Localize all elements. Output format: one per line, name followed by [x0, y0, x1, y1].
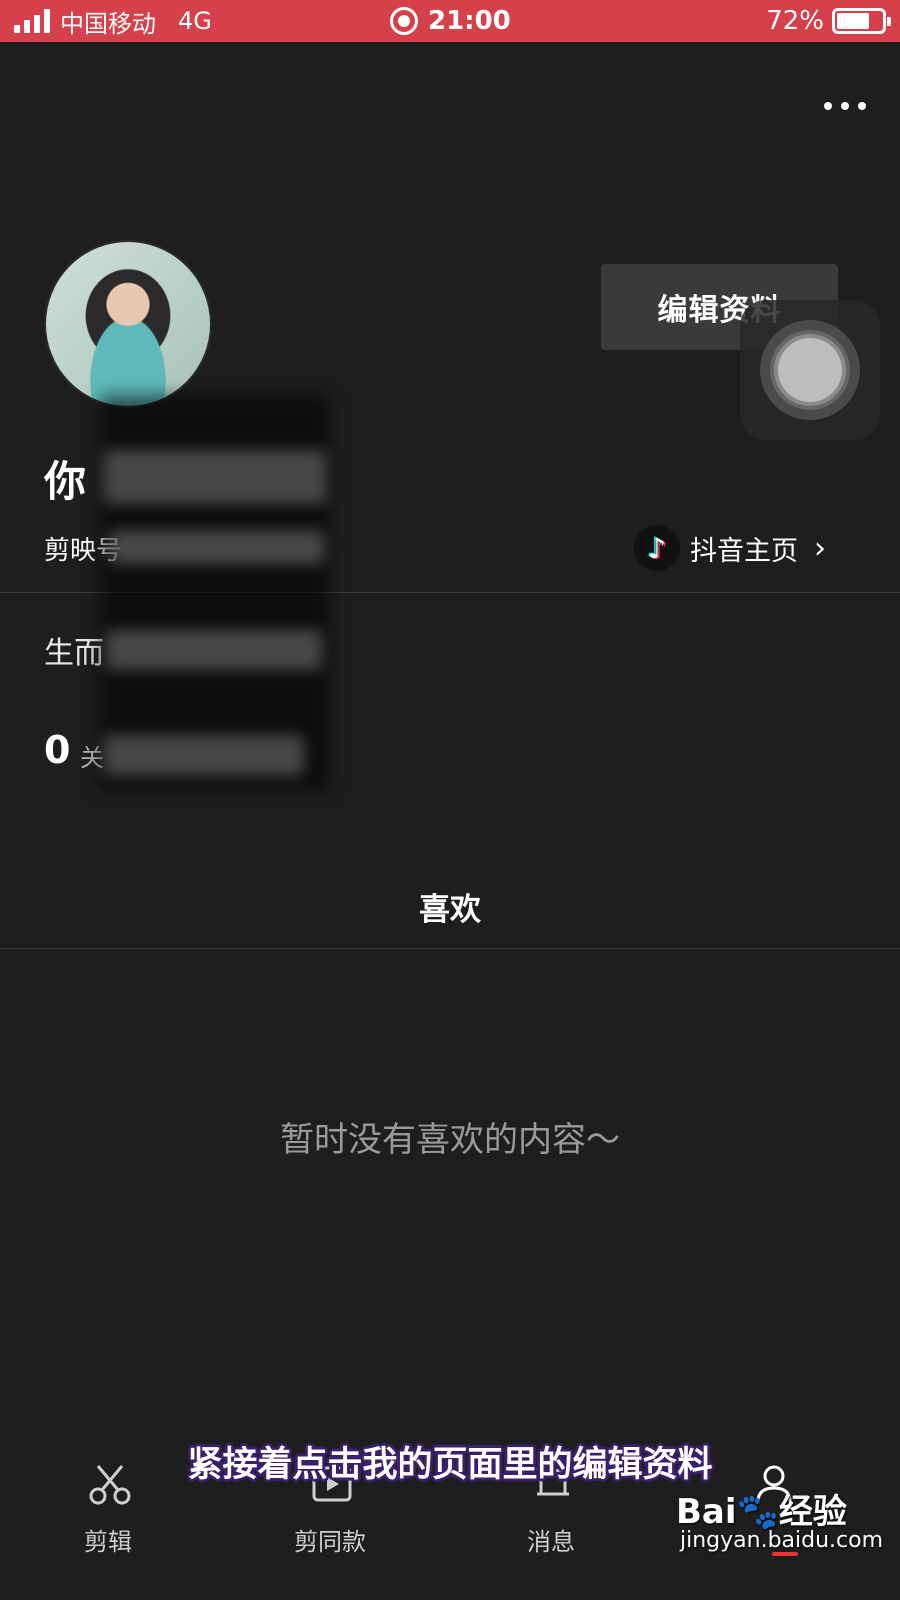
watermark-underline — [772, 1552, 798, 1556]
status-right: 72% — [766, 0, 891, 42]
watermark-url: jingyan.baidu.com — [680, 1528, 884, 1553]
baidu-jingyan-watermark: Bai🐾经验 jingyan.baidu.com — [676, 1484, 883, 1564]
tab-like[interactable]: 喜欢 — [0, 884, 900, 929]
carrier-name: 中国移动 — [60, 9, 156, 38]
follow-count[interactable]: 0 — [44, 728, 70, 772]
douyin-logo-icon: ♪ — [634, 525, 680, 571]
baidu-logo: Bai🐾经验 — [676, 1492, 847, 1532]
battery-icon — [832, 8, 891, 34]
privacy-blur-id — [110, 530, 324, 564]
assistive-touch-button[interactable] — [740, 300, 880, 440]
profile-username: 你 — [44, 457, 87, 506]
network-type: 4G — [178, 7, 212, 35]
nav-label: 消息 — [527, 1528, 575, 1556]
privacy-blur-bio — [106, 630, 322, 670]
screen: 中国移动 4G 21:00 72% 编辑资料 你 剪映号 ♪ 抖音主页 › 生而… — [0, 0, 900, 1600]
status-time: 21:00 — [428, 6, 511, 36]
privacy-blur-name — [104, 450, 326, 504]
douyin-homepage-link[interactable]: ♪ 抖音主页 › — [634, 524, 826, 572]
douyin-link-label: 抖音主页 — [690, 535, 798, 567]
divider — [0, 948, 900, 949]
status-bar: 中国移动 4G 21:00 72% — [0, 0, 900, 42]
video-caption: 紧接着点击我的页面里的编辑资料 — [187, 1445, 713, 1485]
status-center: 21:00 — [390, 0, 511, 42]
avatar[interactable] — [44, 240, 212, 408]
battery-fill — [837, 13, 869, 29]
privacy-blur-follow — [104, 735, 304, 775]
nav-label: 剪同款 — [294, 1528, 366, 1556]
assistive-core — [778, 338, 842, 402]
empty-state-message: 暂时没有喜欢的内容～ — [280, 1120, 620, 1160]
battery-percent: 72% — [766, 6, 824, 36]
more-horizontal-icon[interactable] — [824, 102, 866, 110]
chevron-right-icon: › — [814, 530, 826, 566]
signal-icon — [14, 9, 50, 33]
profile-bio: 生而 — [44, 636, 104, 671]
nav-label: 剪辑 — [84, 1528, 132, 1556]
screen-record-icon — [390, 7, 418, 35]
